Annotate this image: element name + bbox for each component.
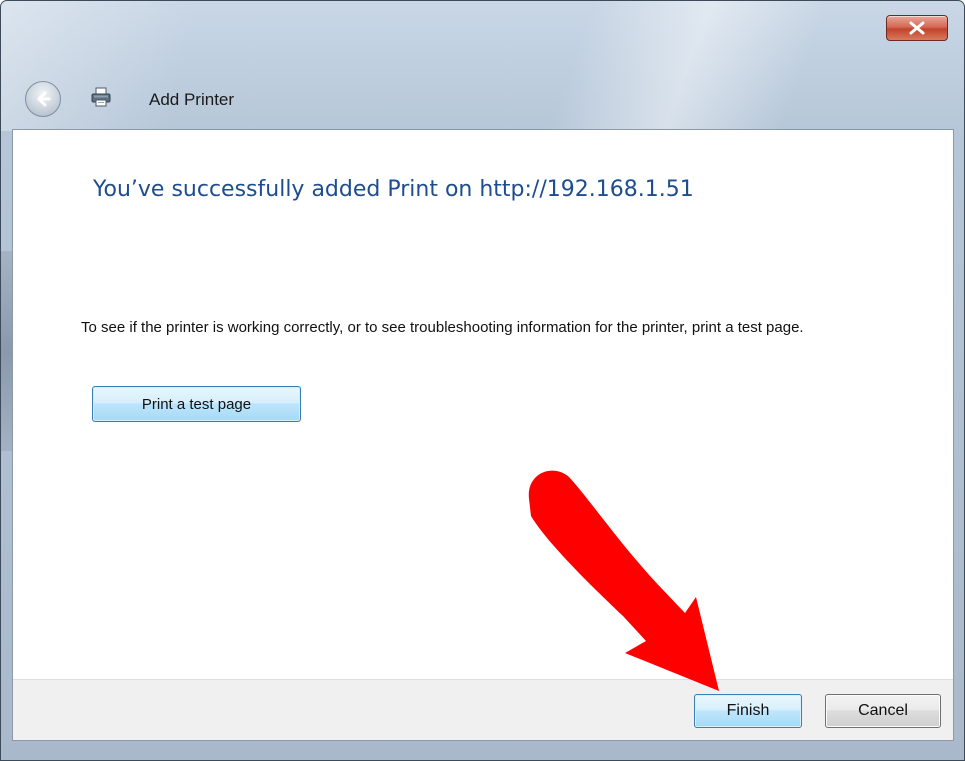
wizard-content: You’ve successfully added Print on http:… xyxy=(12,129,954,741)
printer-icon xyxy=(91,87,111,107)
wizard-footer: Finish Cancel xyxy=(13,679,953,740)
close-icon xyxy=(909,21,925,35)
close-button[interactable] xyxy=(886,15,948,41)
instruction-text: To see if the printer is working correct… xyxy=(81,319,804,336)
success-heading: You’ve successfully added Print on http:… xyxy=(93,177,694,202)
cancel-button[interactable]: Cancel xyxy=(825,694,941,728)
window-title: Add Printer xyxy=(149,90,235,109)
finish-button[interactable]: Finish xyxy=(694,694,802,728)
add-printer-window: Add Printer You’ve successfully added Pr… xyxy=(0,0,965,761)
glass-highlight xyxy=(501,1,921,131)
print-test-page-button[interactable]: Print a test page xyxy=(92,386,301,422)
back-arrow-icon xyxy=(37,91,51,107)
back-button[interactable] xyxy=(25,81,61,117)
